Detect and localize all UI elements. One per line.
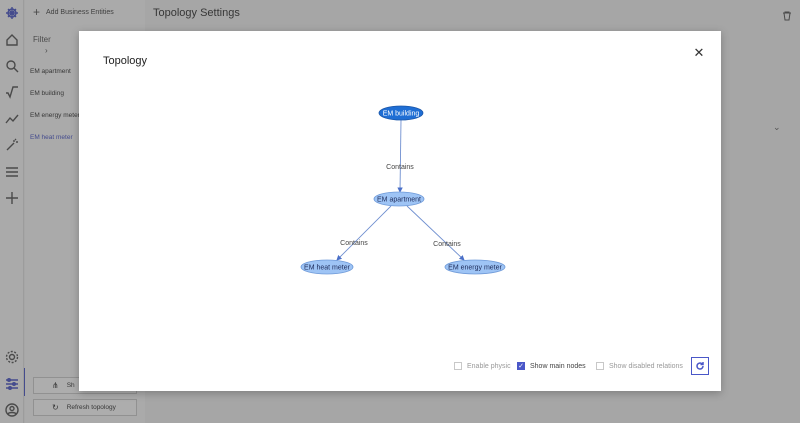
show-main-nodes-label: Show main nodes — [530, 362, 586, 370]
graph-edge[interactable] — [336, 205, 392, 261]
edge-label: Contains — [340, 240, 368, 247]
enable-physic-label: Enable physic — [467, 362, 511, 370]
node-label-building: EM building — [383, 111, 420, 118]
edge-label: Contains — [386, 164, 414, 171]
graph-edge[interactable] — [406, 205, 465, 261]
topology-dialog: Topology ✕ Contains Contains Contains EM… — [79, 31, 721, 391]
node-label-energy-meter: EM energy meter — [448, 265, 502, 272]
enable-physic-checkbox[interactable] — [454, 362, 462, 370]
show-disabled-relations-option[interactable]: Show disabled relations — [596, 362, 683, 370]
enable-physic-option[interactable]: Enable physic — [454, 362, 511, 370]
topology-graph[interactable]: Contains Contains Contains EM building E… — [79, 31, 721, 391]
graph-edge[interactable] — [397, 119, 403, 193]
refresh-graph-button[interactable] — [691, 357, 709, 375]
refresh-icon — [696, 362, 704, 370]
show-main-nodes-checkbox[interactable]: ✓ — [517, 362, 525, 370]
show-main-nodes-option[interactable]: ✓ Show main nodes — [517, 362, 586, 370]
edge-label: Contains — [433, 241, 461, 248]
show-disabled-relations-label: Show disabled relations — [609, 362, 683, 370]
node-label-heat-meter: EM heat meter — [304, 265, 351, 272]
show-disabled-relations-checkbox[interactable] — [596, 362, 604, 370]
node-label-apartment: EM apartment — [377, 197, 421, 204]
